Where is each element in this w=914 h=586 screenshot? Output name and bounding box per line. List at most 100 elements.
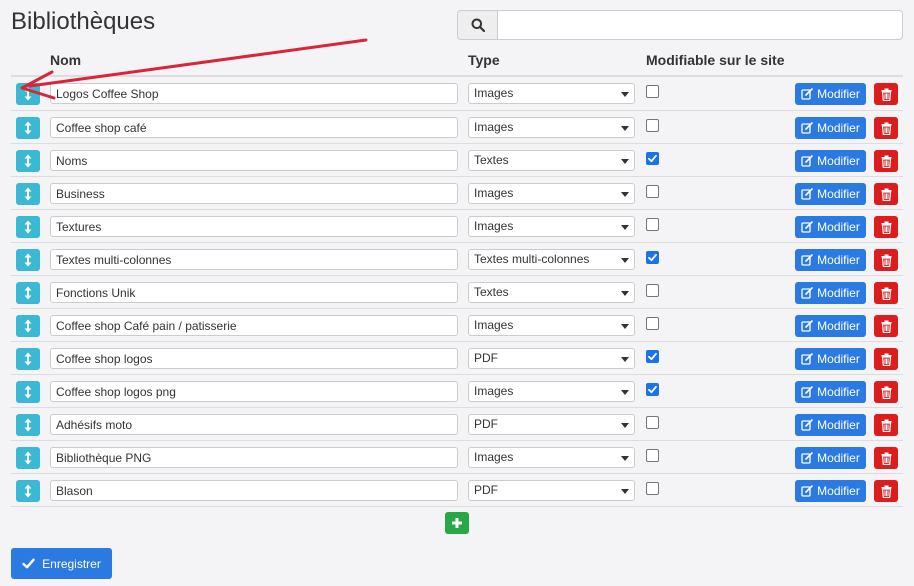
- reorder-handle[interactable]: [16, 315, 40, 337]
- library-type-value: Textes: [474, 153, 509, 167]
- library-type-select[interactable]: PDF: [468, 480, 635, 501]
- modify-button[interactable]: Modifier: [795, 83, 866, 105]
- library-name-input[interactable]: [50, 315, 458, 336]
- delete-button[interactable]: [874, 381, 898, 403]
- save-button[interactable]: Enregistrer: [11, 548, 112, 579]
- delete-button[interactable]: [874, 150, 898, 172]
- delete-button[interactable]: [874, 447, 898, 469]
- library-type-select[interactable]: Images: [468, 83, 635, 104]
- modify-button[interactable]: Modifier: [795, 183, 866, 205]
- reorder-handle[interactable]: [16, 183, 40, 205]
- modify-button[interactable]: Modifier: [795, 249, 866, 271]
- reorder-handle[interactable]: [16, 381, 40, 403]
- search-button[interactable]: [457, 10, 497, 40]
- modifiable-checkbox[interactable]: [646, 152, 659, 165]
- modifiable-checkbox[interactable]: [646, 449, 659, 462]
- table-row: Textes Modifier: [11, 143, 903, 176]
- modify-label: Modifier: [817, 187, 860, 201]
- reorder-handle[interactable]: [16, 216, 40, 238]
- modifiable-checkbox[interactable]: [646, 317, 659, 330]
- library-name-input[interactable]: [50, 414, 458, 435]
- modify-button[interactable]: Modifier: [795, 381, 866, 403]
- library-type-select[interactable]: Textes: [468, 150, 635, 171]
- vertical-arrows-icon: [24, 253, 32, 267]
- modify-button[interactable]: Modifier: [795, 315, 866, 337]
- trash-icon: [881, 353, 891, 366]
- modify-label: Modifier: [817, 319, 860, 333]
- modifiable-checkbox[interactable]: [646, 482, 659, 495]
- library-name-input[interactable]: [50, 447, 458, 468]
- modifiable-checkbox[interactable]: [646, 383, 659, 396]
- library-name-input[interactable]: [50, 83, 458, 104]
- reorder-handle[interactable]: [16, 447, 40, 469]
- chevron-down-icon: [621, 126, 629, 131]
- delete-button[interactable]: [874, 414, 898, 436]
- library-name-input[interactable]: [50, 183, 458, 204]
- library-type-select[interactable]: Images: [468, 183, 635, 204]
- modify-button[interactable]: Modifier: [795, 480, 866, 502]
- modifiable-checkbox[interactable]: [646, 85, 659, 98]
- add-library-button[interactable]: [445, 512, 469, 534]
- reorder-handle[interactable]: [16, 117, 40, 139]
- library-name-input[interactable]: [50, 249, 458, 270]
- library-name-input[interactable]: [50, 480, 458, 501]
- library-name-input[interactable]: [50, 216, 458, 237]
- modifiable-checkbox[interactable]: [646, 251, 659, 264]
- modifiable-checkbox[interactable]: [646, 350, 659, 363]
- reorder-handle[interactable]: [16, 150, 40, 172]
- edit-icon: [801, 254, 813, 266]
- library-type-select[interactable]: Images: [468, 117, 635, 138]
- modify-button[interactable]: Modifier: [795, 282, 866, 304]
- table-row: Images Modifier: [11, 176, 903, 209]
- library-type-select[interactable]: PDF: [468, 414, 635, 435]
- reorder-handle[interactable]: [16, 282, 40, 304]
- library-name-input[interactable]: [50, 282, 458, 303]
- reorder-handle[interactable]: [16, 480, 40, 502]
- reorder-handle[interactable]: [16, 249, 40, 271]
- library-name-input[interactable]: [50, 348, 458, 369]
- modify-button[interactable]: Modifier: [795, 414, 866, 436]
- delete-button[interactable]: [874, 216, 898, 238]
- delete-button[interactable]: [874, 480, 898, 502]
- delete-button[interactable]: [874, 315, 898, 337]
- library-type-select[interactable]: Images: [468, 315, 635, 336]
- vertical-arrows-icon: [24, 121, 32, 135]
- modify-button[interactable]: Modifier: [795, 216, 866, 238]
- modifiable-checkbox[interactable]: [646, 185, 659, 198]
- library-type-select[interactable]: Images: [468, 381, 635, 402]
- delete-button[interactable]: [874, 249, 898, 271]
- modifiable-checkbox[interactable]: [646, 218, 659, 231]
- modifiable-checkbox[interactable]: [646, 284, 659, 297]
- library-type-select[interactable]: Images: [468, 216, 635, 237]
- reorder-handle[interactable]: [16, 414, 40, 436]
- library-type-select[interactable]: Textes: [468, 282, 635, 303]
- trash-icon: [881, 452, 891, 465]
- reorder-handle[interactable]: [16, 348, 40, 370]
- reorder-handle[interactable]: [16, 83, 40, 105]
- modifiable-checkbox[interactable]: [646, 416, 659, 429]
- modify-button[interactable]: Modifier: [795, 348, 866, 370]
- chevron-down-icon: [621, 192, 629, 197]
- modify-button[interactable]: Modifier: [795, 150, 866, 172]
- library-name-input[interactable]: [50, 150, 458, 171]
- library-type-select[interactable]: Textes multi-colonnes: [468, 249, 635, 270]
- modify-button[interactable]: Modifier: [795, 447, 866, 469]
- delete-button[interactable]: [874, 83, 898, 105]
- search-input[interactable]: [497, 10, 903, 40]
- delete-button[interactable]: [874, 117, 898, 139]
- library-type-select[interactable]: PDF: [468, 348, 635, 369]
- library-type-select[interactable]: Images: [468, 447, 635, 468]
- edit-icon: [801, 419, 813, 431]
- plus-icon: [452, 518, 462, 528]
- delete-button[interactable]: [874, 282, 898, 304]
- library-type-value: Images: [474, 450, 514, 464]
- modify-button[interactable]: Modifier: [795, 117, 866, 139]
- library-name-input[interactable]: [50, 381, 458, 402]
- library-name-input[interactable]: [50, 117, 458, 138]
- delete-button[interactable]: [874, 348, 898, 370]
- delete-button[interactable]: [874, 183, 898, 205]
- checkmark-icon: [22, 558, 35, 569]
- vertical-arrows-icon: [24, 187, 32, 201]
- edit-icon: [801, 485, 813, 497]
- modifiable-checkbox[interactable]: [646, 119, 659, 132]
